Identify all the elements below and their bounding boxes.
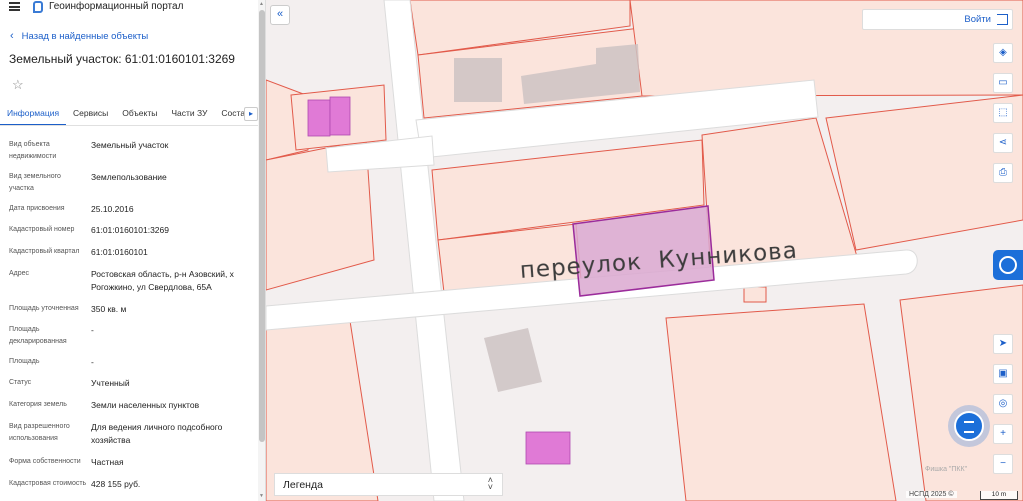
back-link-label: Назад в найденные объекты [21,30,149,42]
info-value: 61:01:0160101:3269 [91,225,169,235]
info-value: Земельный участок [91,140,169,150]
object-title: Земельный участок: 61:01:0160101:3269 [9,52,235,66]
info-value: 428 155 руб. [91,479,141,489]
layers-button[interactable]: ◈ [993,43,1013,63]
ruler-icon: ▭ [998,77,1008,88]
tab-parts[interactable]: Части ЗУ [164,104,214,125]
info-label: Кадастровый номер [9,226,75,233]
info-label: Кадастровый квартал [9,248,80,255]
scroll-up-arrow-icon[interactable]: ▲ [259,1,264,7]
info-value: Земли населенных пунктов [91,400,200,410]
print-button[interactable]: ⎙ [993,163,1013,183]
side-panel-tab[interactable] [993,250,1023,280]
tabs-scroll-right-button[interactable]: ▸ [244,107,258,121]
tab-information[interactable]: Информация [0,104,67,125]
info-label: Статус [9,379,32,386]
object-tabs: Информация Сервисы Объекты Части ЗУ Сост… [0,104,258,126]
info-value: Для ведения личного подсобного хозяйства [91,422,223,445]
copyright-text: НСПД 2025 © [906,491,957,498]
scale-bar: 10 m [980,491,1018,500]
login-button[interactable]: Войти [862,9,1013,30]
watermark-text: Фишка "ПКК" [925,466,968,473]
basemap-icon: ▣ [998,368,1008,379]
info-label: Вид разрешенного использования [9,423,70,442]
zoom-in-button[interactable]: + [993,424,1013,444]
login-label: Войти [964,14,991,25]
map-canvas[interactable]: переулок Кунникова [266,0,1023,501]
info-label: Форма собственности [9,458,81,465]
info-label: Адрес [9,270,30,277]
share-icon: ⋖ [998,137,1008,148]
info-value: 350 кв. м [91,304,127,314]
scroll-thumb[interactable] [259,10,265,442]
zoom-out-button[interactable]: − [993,454,1013,474]
collapse-panel-button[interactable]: « [270,5,290,25]
chevron-left-icon: ‹ [10,30,14,42]
place-search-button[interactable]: ◎ [993,394,1013,414]
favorite-star-icon[interactable]: ☆ [12,77,24,93]
info-value: Учтенный [91,378,130,388]
select-area-icon: ⬚ [998,107,1008,118]
chevron-up-down-icon: ˄ ˅ [487,475,493,492]
layers-icon: ◈ [999,47,1007,58]
info-value: Ростовская область, р-н Азовский, х Рого… [91,269,234,292]
locate-button[interactable]: ➤ [993,334,1013,354]
info-label: Вид земельного участка [9,173,61,192]
portal-logo-icon [33,1,43,13]
print-icon: ⎙ [999,167,1007,178]
info-value: 61:01:0160101 [91,247,148,257]
share-button[interactable]: ⋖ [993,133,1013,153]
scroll-down-arrow-icon[interactable]: ▼ [259,493,264,499]
tab-objects[interactable]: Объекты [115,104,164,125]
info-value: 25.10.2016 [91,204,134,214]
info-label: Площадь декларированная [9,326,67,345]
tab-services[interactable]: Сервисы [66,104,115,125]
side-panel-icon [999,256,1017,274]
back-to-results-link[interactable]: ‹ Назад в найденные объекты [10,30,148,42]
top-bar: Геоинформационный портал [0,0,265,16]
legend-label: Легенда [283,479,323,491]
legend-toggle[interactable]: Легенда ˄ ˅ [274,473,503,496]
info-label: Площадь [9,358,40,365]
chat-assistant-button[interactable] [948,405,990,447]
info-label: Кадастровая стоимость [9,480,87,487]
info-sidebar: Геоинформационный портал ‹ Назад в найде… [0,0,266,501]
info-label: Категория земель [9,401,67,408]
app-title: Геоинформационный портал [49,1,184,12]
sidebar-scrollbar[interactable]: ▲ ▼ [258,0,265,501]
locate-icon: ➤ [998,338,1008,349]
plus-icon: + [1000,428,1006,439]
info-value: Землепользование [91,172,167,182]
info-value: Частная [91,457,124,467]
minus-icon: − [1000,458,1006,469]
info-label: Дата присвоения [9,205,65,212]
chat-icon [954,411,984,441]
login-icon [997,14,1008,25]
info-label: Вид объекта недвижимости [9,141,57,160]
info-label: Площадь уточненная [9,305,79,312]
place-search-icon: ◎ [998,398,1008,409]
info-value: - [91,357,94,367]
basemap-button[interactable]: ▣ [993,364,1013,384]
hamburger-menu-icon[interactable] [9,2,20,11]
measure-button[interactable]: ▭ [993,73,1013,93]
select-area-button[interactable]: ⬚ [993,103,1013,123]
info-value: - [91,325,94,335]
